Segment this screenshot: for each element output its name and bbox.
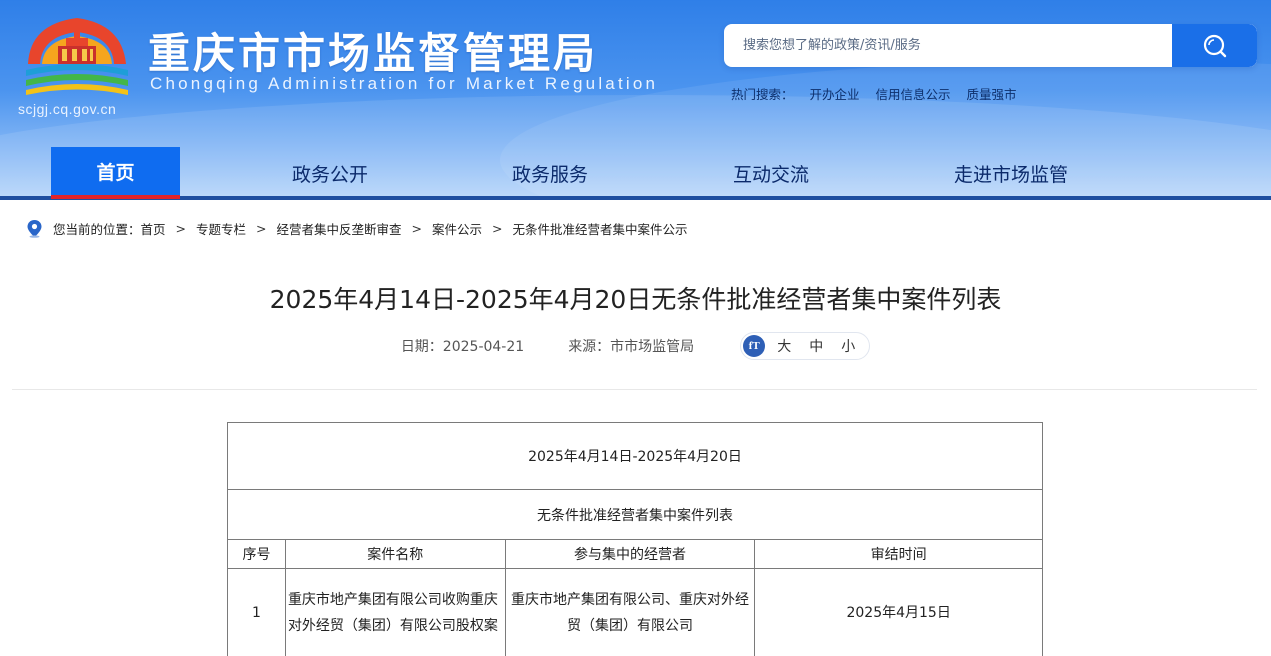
font-size-icon: fT xyxy=(743,335,766,357)
breadcrumb-prefix: 您当前的位置： xyxy=(53,221,141,237)
breadcrumb-separator: > xyxy=(492,220,503,236)
table-date-range: 2025年4月14日-2025年4月20日 xyxy=(227,422,1043,490)
breadcrumb-separator: > xyxy=(411,220,423,236)
breadcrumb-item[interactable]: 经营者集中反垄断审查 xyxy=(277,219,402,238)
nav-item-government-services[interactable]: 政务服务 xyxy=(480,147,620,199)
breadcrumb-separator: > xyxy=(175,220,187,236)
article-meta: 日期：2025-04-21 来源：市市场监管局 fT 大 中 小 xyxy=(0,332,1271,360)
table-caption: 无条件批准经营者集中案件列表 xyxy=(227,489,1043,540)
hot-search-label: 热门搜索： xyxy=(731,87,794,102)
font-size-small-button[interactable]: 小 xyxy=(841,336,855,356)
column-header-no: 序号 xyxy=(227,539,286,569)
column-header-case-name: 案件名称 xyxy=(284,539,506,569)
hot-search-item[interactable]: 质量强市 xyxy=(967,84,1017,103)
search-box xyxy=(724,24,1257,67)
breadcrumb: 您当前的位置： 首页 > 专题专栏 > 经营者集中反垄断审查 > 案件公示 > … xyxy=(26,218,688,238)
breadcrumb-item[interactable]: 无条件批准经营者集中案件公示 xyxy=(513,219,688,238)
font-size-large-button[interactable]: 大 xyxy=(777,336,791,356)
publish-date: 日期：2025-04-21 xyxy=(400,339,525,355)
cell-parties: 重庆市地产集团有限公司、重庆对外经贸（集团）有限公司 xyxy=(504,568,756,656)
article-title: 2025年4月14日-2025年4月20日无条件批准经营者集中案件列表 xyxy=(269,285,1002,314)
site-title[interactable]: 重庆市市场监督管理局 xyxy=(148,20,598,81)
chongqing-amr-logo-icon[interactable] xyxy=(22,8,132,108)
main-nav: 首页 政务公开 政务服务 互动交流 走进市场监管 xyxy=(0,147,1271,199)
breadcrumb-item[interactable]: 案件公示 xyxy=(432,219,482,238)
search-icon xyxy=(1203,34,1226,57)
nav-item-government-affairs[interactable]: 政务公开 xyxy=(260,147,400,199)
cell-case-name: 重庆市地产集团有限公司收购重庆对外经贸（集团）有限公司股权案 xyxy=(284,568,506,656)
cell-no: 1 xyxy=(227,568,286,656)
hot-searches: 热门搜索： 开办企业 信用信息公示 质量强市 xyxy=(731,84,1017,103)
content-divider xyxy=(12,389,1257,390)
breadcrumb-item[interactable]: 首页 xyxy=(141,219,166,238)
table-row: 1 重庆市地产集团有限公司收购重庆对外经贸（集团）有限公司股权案 重庆市地产集团… xyxy=(227,568,1043,656)
cases-table: 2025年4月14日-2025年4月20日 无条件批准经营者集中案件列表 序号 … xyxy=(227,422,1043,656)
column-header-concluded: 审结时间 xyxy=(754,539,1043,569)
breadcrumb-separator: > xyxy=(256,220,267,236)
site-subtitle: Chongqing Administration for Market Regu… xyxy=(150,74,659,93)
site-domain: scjgj.cq.gov.cn xyxy=(18,101,117,117)
search-input[interactable] xyxy=(724,24,1172,67)
font-size-switcher: fT 大 中 小 xyxy=(740,332,871,360)
column-header-parties: 参与集中的经营者 xyxy=(504,539,756,569)
hot-search-item[interactable]: 开办企业 xyxy=(810,84,860,103)
nav-item-home[interactable]: 首页 xyxy=(51,147,180,199)
cell-concluded: 2025年4月15日 xyxy=(754,568,1043,656)
font-size-medium-button[interactable]: 中 xyxy=(809,336,823,356)
nav-item-interaction[interactable]: 互动交流 xyxy=(701,147,841,199)
article-source: 来源：市市场监管局 xyxy=(568,339,695,355)
location-pin-icon xyxy=(26,219,43,238)
hot-search-item[interactable]: 信用信息公示 xyxy=(876,84,951,103)
breadcrumb-item[interactable]: 专题专栏 xyxy=(196,219,246,238)
nav-item-about-regulation[interactable]: 走进市场监管 xyxy=(931,147,1091,199)
search-button[interactable] xyxy=(1172,24,1257,67)
